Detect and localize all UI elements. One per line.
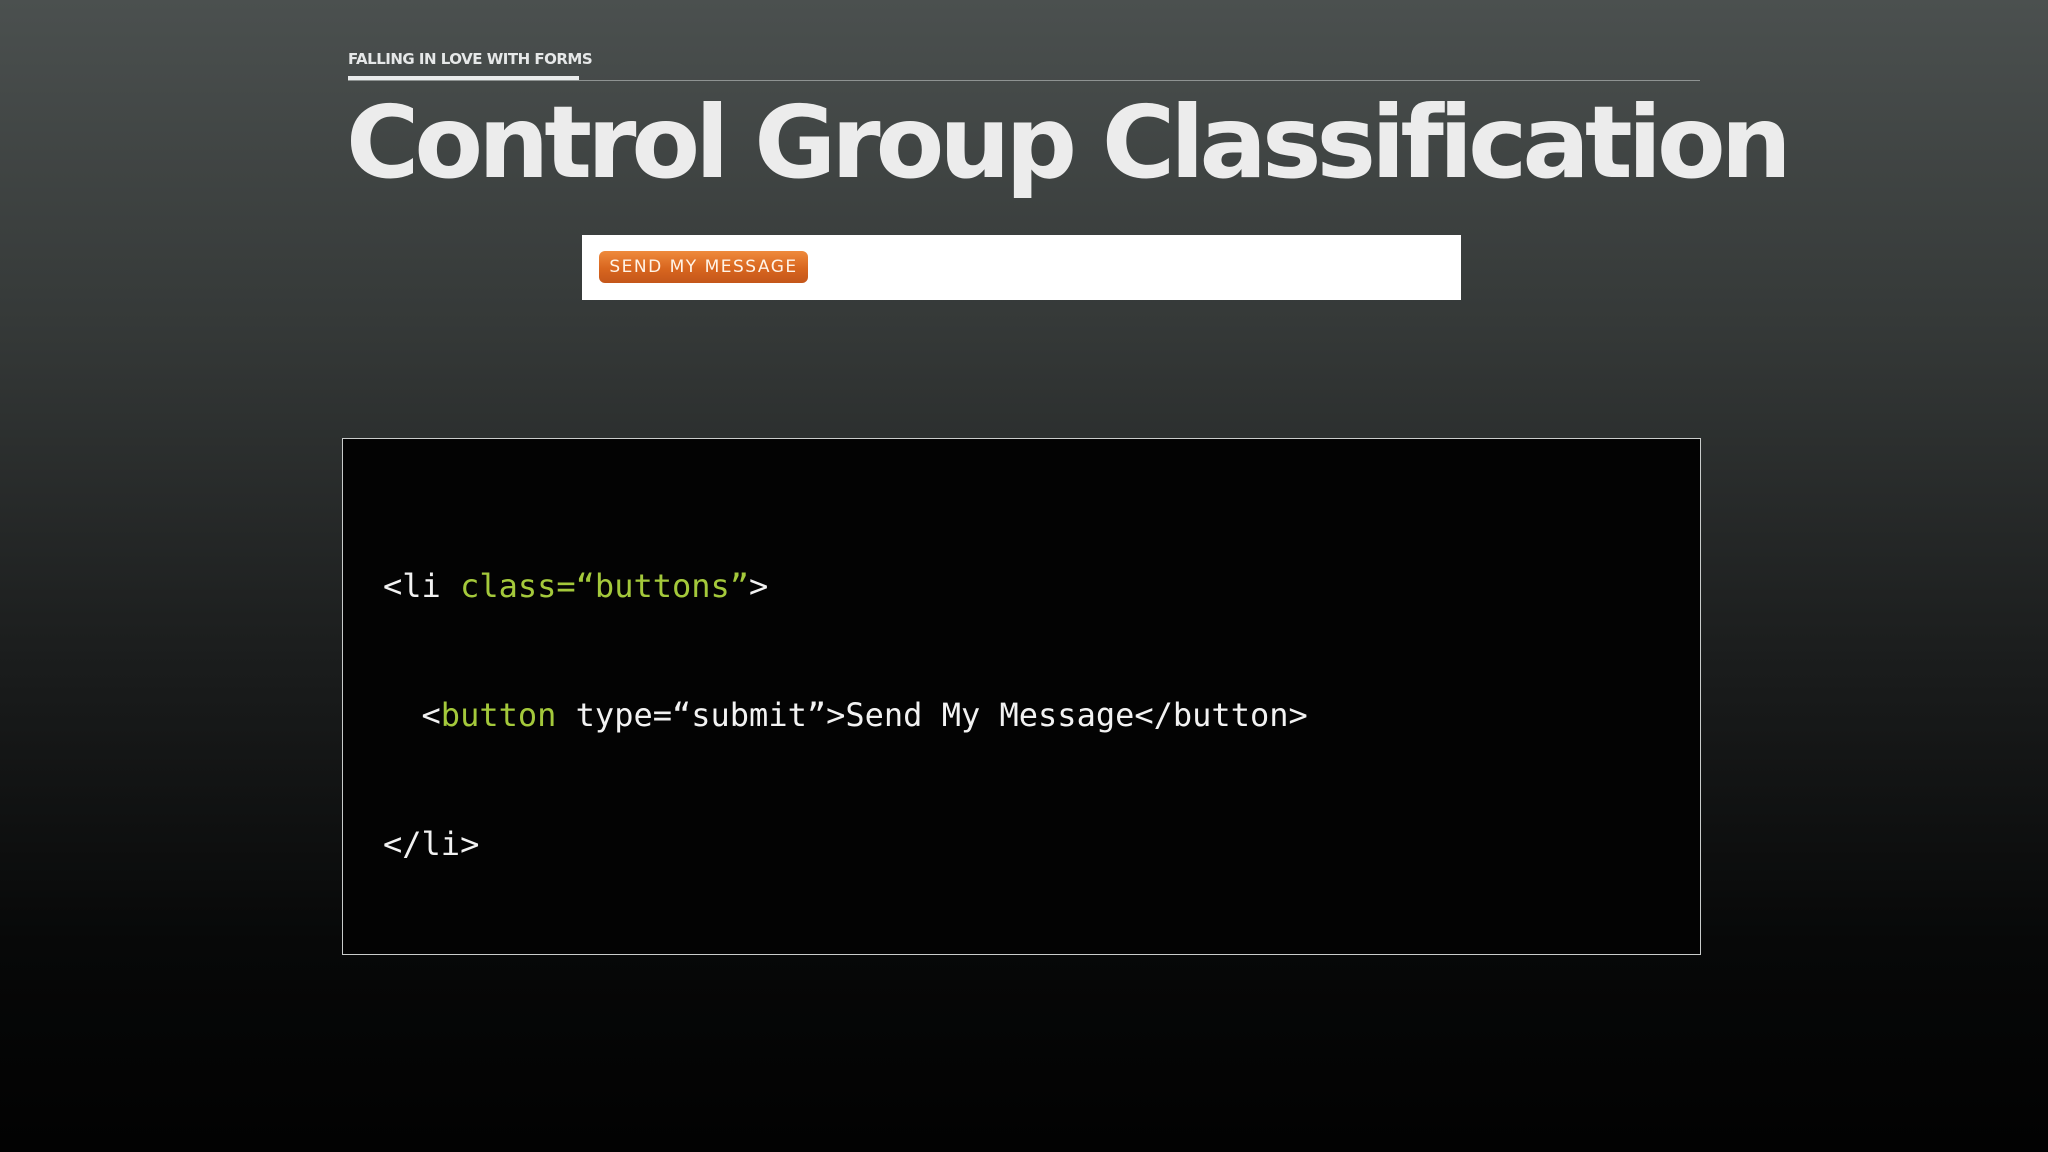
code-line-3: </li> [383,823,1308,866]
code-token: <li [383,567,461,605]
code-token: > [749,567,769,605]
slide-title: Control Group Classification [346,84,1792,201]
code-token: </li> [383,825,480,863]
form-preview-box: SEND MY MESSAGE [582,235,1461,300]
code-line-1: <li class=“buttons”> [383,565,1308,608]
code-line-2: <button type=“submit”>Send My Message</b… [383,694,1308,737]
code-panel: <li class=“buttons”> <button type=“submi… [342,438,1701,955]
code-block: <li class=“buttons”> <button type=“submi… [383,479,1308,952]
code-token-class-attr: class=“buttons” [460,567,750,605]
code-token: type=“submit”>Send My Message</button> [556,696,1308,734]
header-divider [348,80,1700,81]
slide-eyebrow: FALLING IN LOVE WITH FORMS [348,50,593,68]
code-token: < [421,696,441,734]
code-token-button-tag: button [440,696,557,734]
send-my-message-button[interactable]: SEND MY MESSAGE [599,251,808,283]
